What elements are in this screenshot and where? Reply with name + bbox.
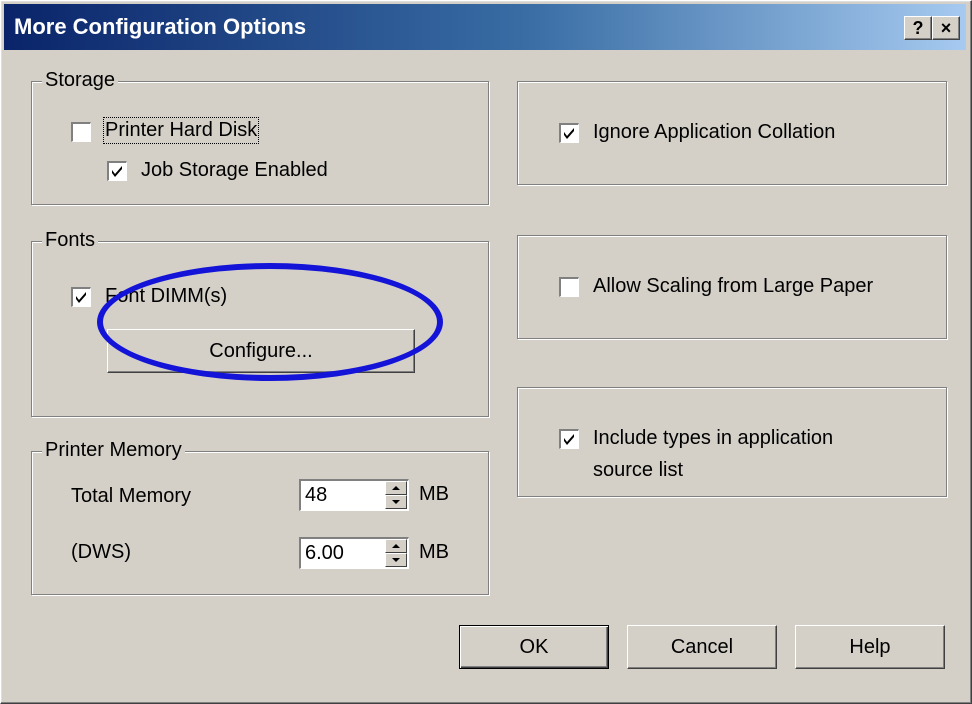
title-help-button[interactable]: ? [904,16,932,40]
printer-memory-group: Printer Memory [31,439,489,595]
total-memory-unit: MB [419,483,449,505]
printer-hard-disk-label: Printer Hard Disk [102,117,260,144]
dialog-title: More Configuration Options [14,14,307,39]
checkmark-icon [76,292,86,303]
total-memory-down-arrow-icon[interactable] [385,495,407,509]
ignore-collation-label: Ignore Application Collation [593,121,836,143]
cancel-button[interactable]: Cancel [627,625,777,669]
title-close-button[interactable]: × [932,16,960,40]
ok-button[interactable]: OK [459,625,609,669]
include-types-label-line1: Include types in application [593,427,834,449]
job-storage-enabled-label: Job Storage Enabled [141,159,328,181]
checkmark-icon [564,128,574,139]
printer-hard-disk-checkbox[interactable] [71,122,91,142]
allow-scaling-label: Allow Scaling from Large Paper [593,275,874,297]
storage-group: Storage [31,69,489,205]
total-memory-label: Total Memory [71,485,192,507]
title-bar[interactable]: More Configuration Options ? × [4,4,966,50]
checkmark-icon [112,166,122,177]
font-dimm-label: Font DIMM(s) [105,285,228,307]
ignore-collation-checkbox[interactable] [559,123,579,143]
total-memory-up-arrow-icon[interactable] [385,481,407,495]
font-dimm-checkbox[interactable] [71,287,91,307]
configure-button[interactable]: Configure... [107,329,415,373]
dws-down-arrow-icon[interactable] [385,553,407,567]
printer-memory-group-label: Printer Memory [42,439,185,462]
dws-label: (DWS) [71,541,131,563]
dws-unit: MB [419,541,449,563]
help-button[interactable]: Help [795,625,945,669]
include-types-checkbox[interactable] [559,429,579,449]
storage-group-label: Storage [42,69,119,92]
dws-up-arrow-icon[interactable] [385,539,407,553]
include-types-label-line2: source list [593,459,684,481]
config-dialog: More Configuration Options ? × Storage P… [0,0,972,704]
allow-scaling-checkbox[interactable] [559,277,579,297]
total-memory-spinner[interactable] [385,481,407,509]
fonts-group-label: Fonts [42,229,99,252]
checkmark-icon [564,434,574,445]
job-storage-enabled-checkbox[interactable] [107,161,127,181]
dws-spinner[interactable] [385,539,407,567]
